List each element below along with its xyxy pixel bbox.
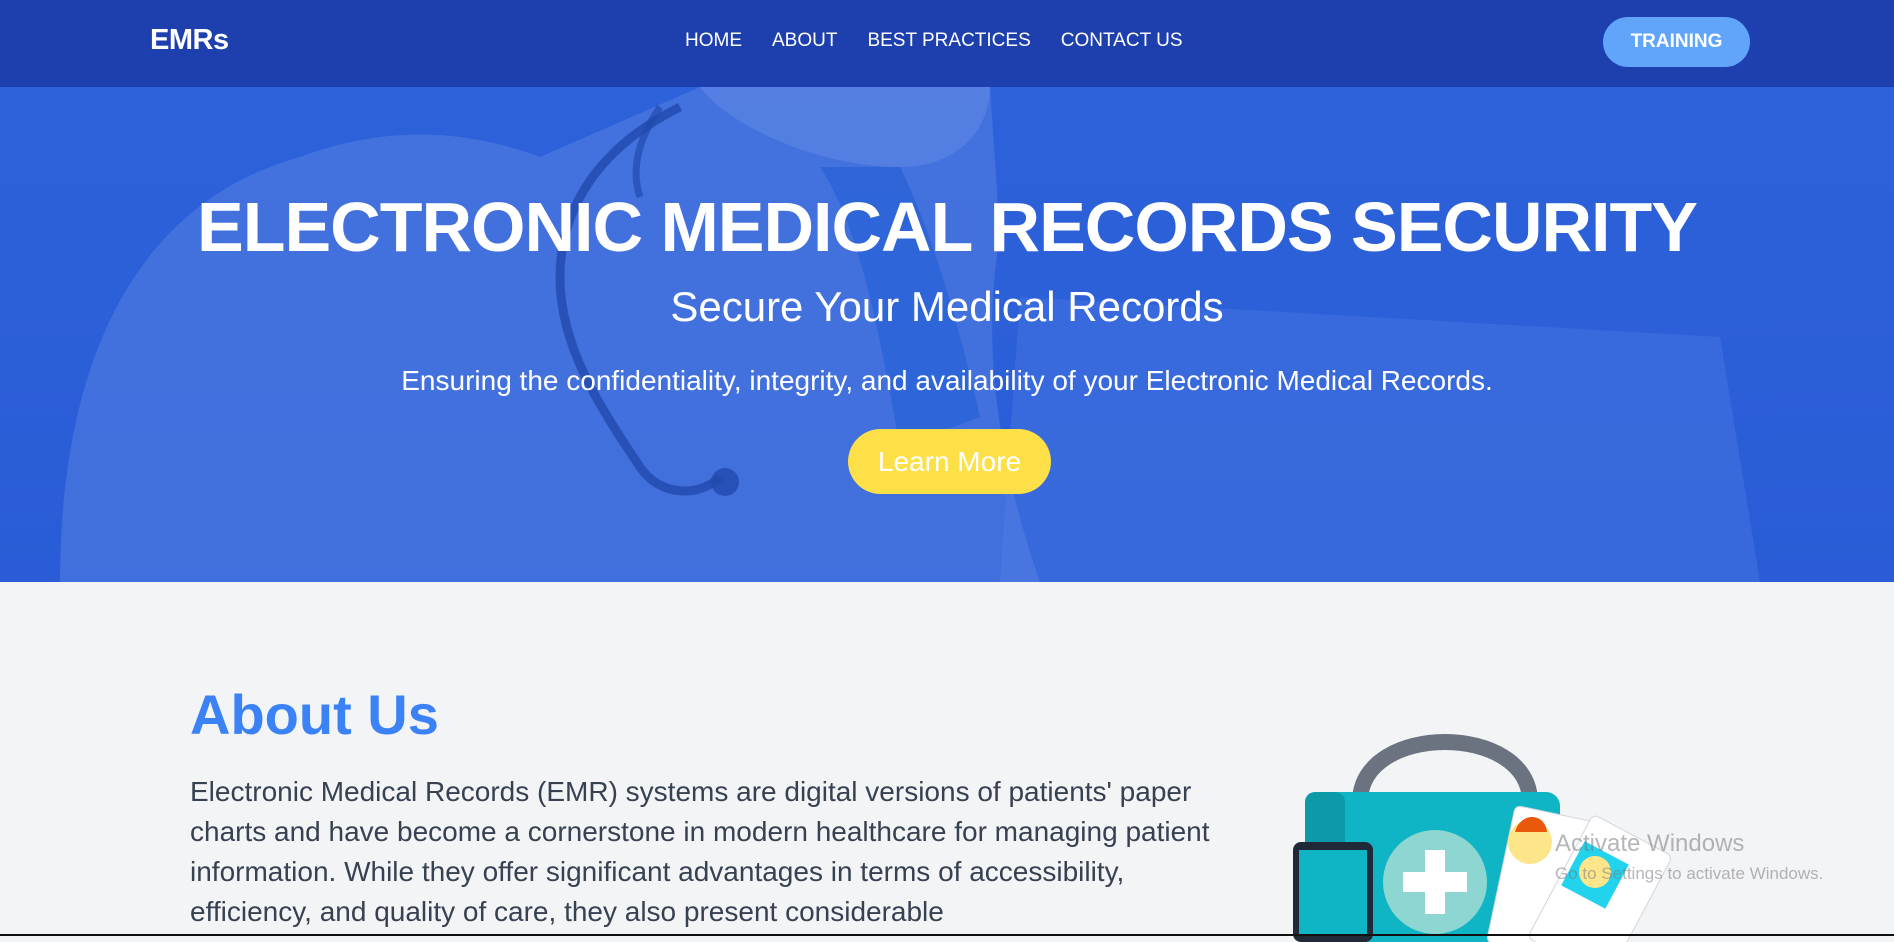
nav-link-best-practices[interactable]: BEST PRACTICES: [867, 30, 1030, 52]
nav-link-home[interactable]: HOME: [685, 30, 742, 52]
training-button[interactable]: TRAINING: [1603, 17, 1750, 67]
nav-links: HOME ABOUT BEST PRACTICES CONTACT US: [685, 30, 1183, 52]
hero-subtitle: Secure Your Medical Records: [670, 283, 1224, 330]
brand-logo[interactable]: EMRs: [150, 24, 229, 57]
learn-more-button[interactable]: Learn More: [848, 429, 1051, 494]
watermark-subtitle: Go to Settings to activate Windows.: [1555, 864, 1824, 883]
about-title: About Us: [190, 683, 439, 746]
hero-title: ELECTRONIC MEDICAL RECORDS SECURITY: [197, 188, 1698, 266]
about-paragraph: Electronic Medical Records (EMR) systems…: [190, 776, 1210, 927]
hero-section: ELECTRONIC MEDICAL RECORDS SECURITY Secu…: [0, 87, 1894, 582]
nav-link-about[interactable]: ABOUT: [772, 30, 837, 52]
nav-link-contact-us[interactable]: CONTACT US: [1061, 30, 1183, 52]
navbar: EMRs HOME ABOUT BEST PRACTICES CONTACT U…: [0, 0, 1894, 87]
hero-description: Ensuring the confidentiality, integrity,…: [401, 365, 1493, 396]
hero-overlay: [0, 87, 1894, 582]
activate-windows-watermark: Activate Windows Go to Settings to activ…: [1555, 830, 1823, 884]
watermark-title: Activate Windows: [1555, 830, 1745, 857]
